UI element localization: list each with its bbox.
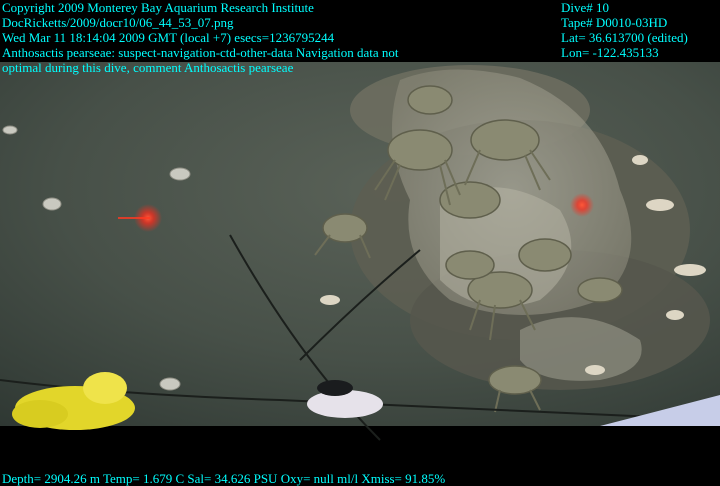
dive-number: Dive# 10	[561, 0, 610, 15]
tape-number: Tape# D0010-03HD	[561, 15, 668, 30]
ctd-readout: Depth= 2904.26 m Temp= 1.679 C Sal= 34.6…	[2, 471, 446, 486]
laser-dot-right	[570, 193, 594, 217]
latitude: Lat= 36.613700 (edited)	[561, 30, 688, 45]
annotation-line-1: Anthosactis pearseae: suspect-navigation…	[2, 45, 399, 60]
copyright-line: Copyright 2009 Monterey Bay Aquarium Res…	[2, 0, 314, 15]
overlay-metadata-right: Dive# 10 Tape# D0010-03HD Lat= 36.613700…	[561, 0, 688, 60]
annotation-line-2: optimal during this dive, comment Anthos…	[2, 60, 294, 75]
dark-object	[317, 380, 353, 396]
overlay-metadata-left: Copyright 2009 Monterey Bay Aquarium Res…	[2, 0, 398, 75]
filename-line: DocRicketts/2009/docr10/06_44_53_07.png	[2, 15, 234, 30]
timestamp-line: Wed Mar 11 18:14:04 2009 GMT (local +7) …	[2, 30, 335, 45]
longitude: Lon= -122.435133	[561, 45, 659, 60]
